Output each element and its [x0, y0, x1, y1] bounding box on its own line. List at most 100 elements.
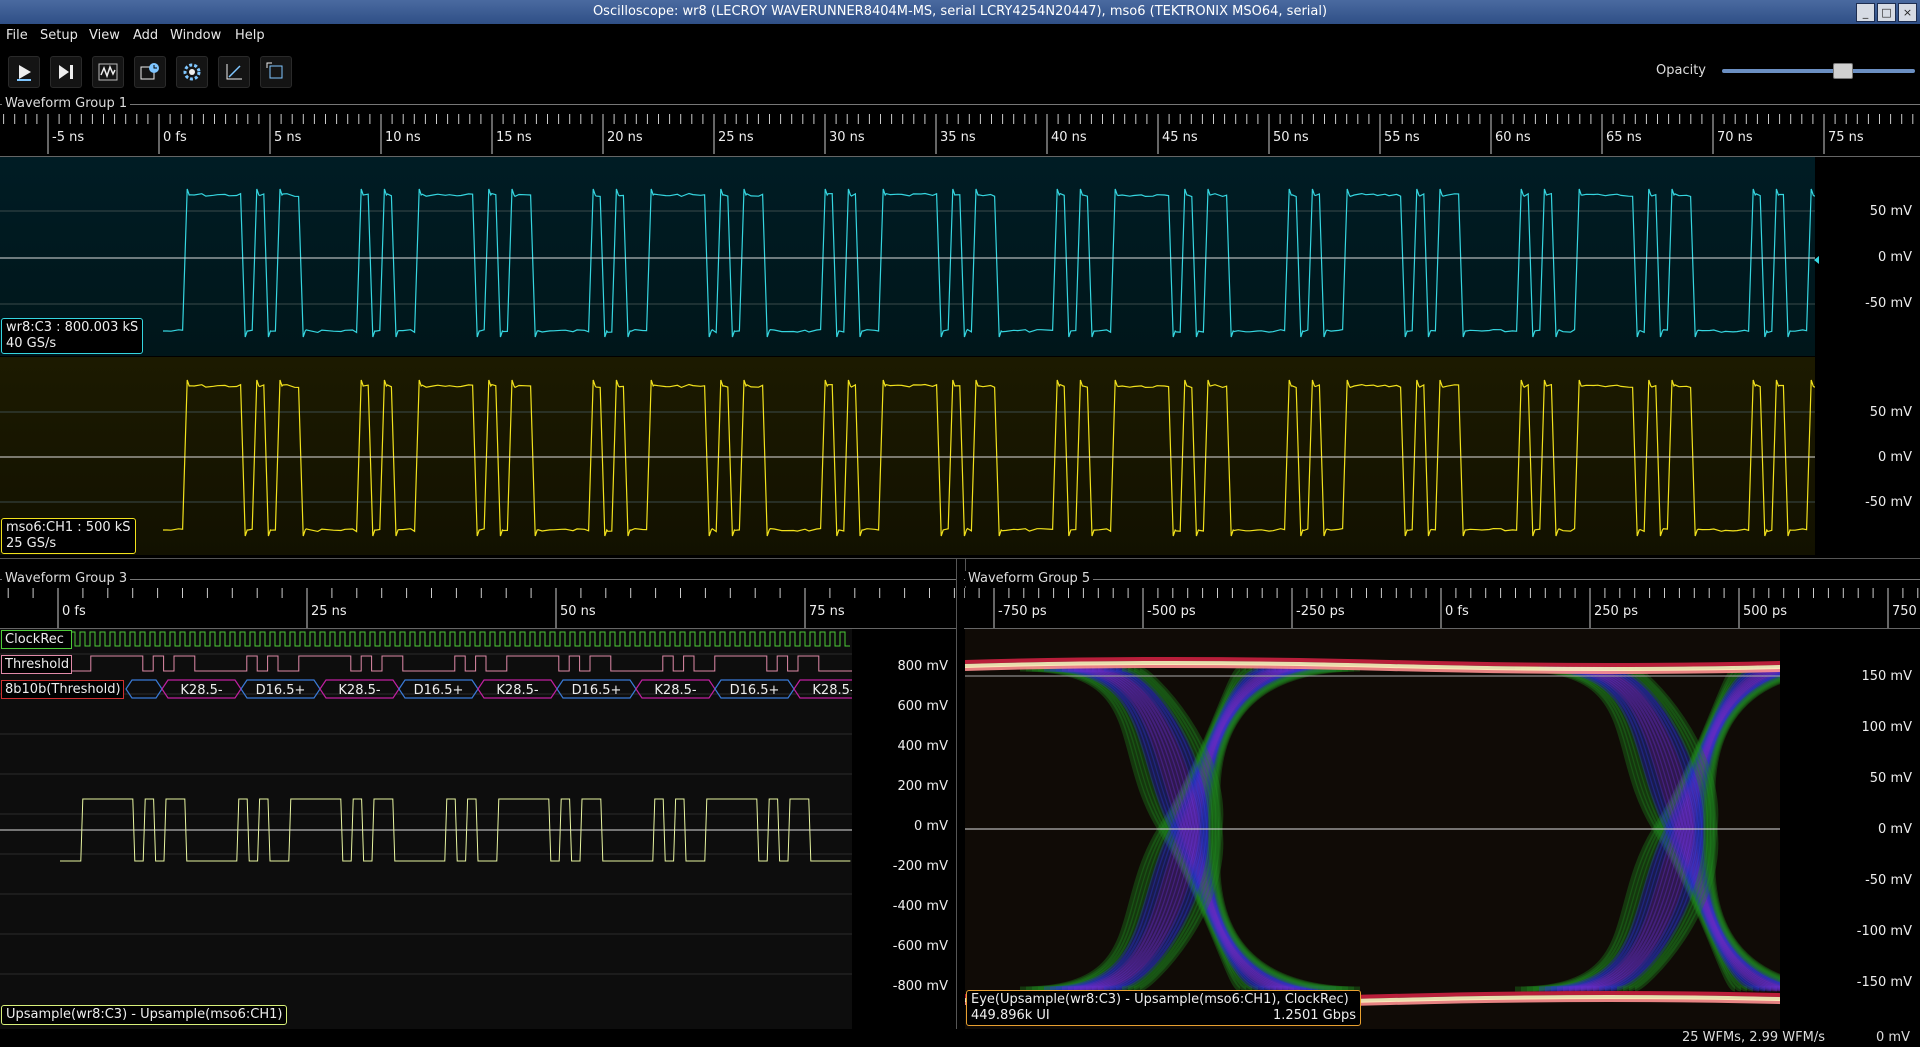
time-tick-label: 40 ns: [1051, 130, 1087, 145]
time-tick-label: -750 ps: [998, 604, 1047, 619]
ch1-offset-marker[interactable]: [1814, 256, 1819, 264]
group5-vertical-axis[interactable]: 150 mV 100 mV 50 mV 0 mV -50 mV -100 mV -150 m…: [1815, 629, 1920, 1029]
menu-help[interactable]: Help: [235, 28, 265, 43]
time-tick-label: 750: [1892, 604, 1917, 619]
eye-diagram: [965, 629, 1815, 1029]
v-tick-label: -800 mV: [892, 979, 948, 994]
scope-settings-button[interactable]: [134, 56, 166, 88]
waveform-path: [163, 379, 1815, 537]
fullscreen-icon: [266, 62, 283, 79]
v-tick-label: -400 mV: [892, 899, 948, 914]
time-tick-label: 5 ns: [274, 130, 302, 145]
group3-traces: K28.5- D16.5+ K28.5- D16.5+ K28.5- D16.5+ K28.…: [0, 631, 852, 975]
menu-add[interactable]: Add: [133, 28, 158, 43]
channel2-name: mso6:CH1 : 500 kS: [6, 520, 131, 535]
opacity-label: Opacity: [1656, 63, 1707, 78]
v-tick-label: 800 mV: [897, 659, 948, 674]
channel2-trace: [0, 379, 1815, 537]
v-tick-label: 400 mV: [897, 739, 948, 754]
time-tick-label: 0 fs: [62, 604, 86, 619]
opacity-slider-handle[interactable]: [1832, 63, 1853, 79]
time-tick-label: 75 ns: [1828, 130, 1864, 145]
decode-symbol-box: [125, 679, 163, 699]
decode-symbol-text: D16.5+: [730, 683, 780, 698]
group1-vertical-axis[interactable]: 50 mV 0 mV -50 mV 50 mV 0 mV -50 mV: [1815, 157, 1920, 555]
ch1-v-tick: -50 mV: [1865, 296, 1912, 311]
decode-symbol-text: D16.5+: [572, 683, 622, 698]
window-title: Oscilloscope: wr8 (LECROY WAVERUNNER8404…: [592, 4, 1328, 19]
start-trigger-button[interactable]: [8, 56, 40, 88]
group1-channel1-area[interactable]: [0, 157, 1815, 356]
v-tick-label: 50 mV: [1869, 771, 1912, 786]
threshold-trace: [70, 655, 852, 672]
time-tick-label: 65 ns: [1606, 130, 1642, 145]
v-tick-label: 600 mV: [897, 699, 948, 714]
ch1-v-tick: 0 mV: [1878, 250, 1912, 265]
clockrec-label[interactable]: ClockRec: [1, 630, 72, 649]
time-tick-label: 500 ps: [1743, 604, 1787, 619]
waveform-icon: [98, 63, 118, 81]
measure-button[interactable]: [218, 56, 250, 88]
scope-settings-icon: [140, 63, 159, 80]
group5-time-ruler[interactable]: -750 ps -500 ps -250 ps 0 fs 250 ps 500 ps 750: [964, 588, 1920, 629]
time-tick-label: 50 ns: [560, 604, 596, 619]
group1-channel2-area[interactable]: [0, 357, 1815, 555]
status-bar: 25 WFMs, 2.99 WFM/s 0 mV: [0, 1029, 1920, 1047]
time-tick-label: 70 ns: [1717, 130, 1753, 145]
waveform-button[interactable]: [92, 56, 124, 88]
start-trigger-icon: [17, 65, 31, 81]
time-tick-label: 30 ns: [829, 130, 865, 145]
single-trigger-icon: [59, 65, 73, 79]
menu-bar: File Setup View Add Window Help: [0, 24, 1920, 48]
eye-label[interactable]: Eye(Upsample(wr8:C3) - Upsample(mso6:CH1…: [966, 990, 1361, 1026]
fullscreen-button[interactable]: [260, 56, 292, 88]
time-tick-label: 55 ns: [1384, 130, 1420, 145]
maximize-button[interactable]: □: [1877, 3, 1896, 22]
cursor-voltage: 0 mV: [1876, 1030, 1910, 1045]
time-tick-label: 10 ns: [385, 130, 421, 145]
v-tick-label: 0 mV: [1878, 822, 1912, 837]
channel2-label[interactable]: mso6:CH1 : 500 kS 25 GS/s: [1, 518, 136, 554]
time-tick-label: 250 ps: [1594, 604, 1638, 619]
toolbar: [0, 50, 1920, 92]
v-tick-label: -600 mV: [892, 939, 948, 954]
decode-symbol-text: D16.5+: [256, 683, 306, 698]
threshold-label[interactable]: Threshold: [1, 655, 72, 674]
decode-symbol-text: D16.5+: [414, 683, 464, 698]
title-bar: Oscilloscope: wr8 (LECROY WAVERUNNER8404…: [0, 0, 1920, 24]
decode-symbol-text: K28.5-: [496, 683, 538, 698]
group1-time-ruler[interactable]: -5 ns 0 fs 5 ns 10 ns 15 ns 20 ns 25 ns 30 ns 35…: [0, 114, 1920, 157]
difference-trace-label[interactable]: Upsample(wr8:C3) - Upsample(mso6:CH1): [1, 1005, 288, 1025]
opacity-slider[interactable]: [1722, 69, 1915, 73]
time-tick-label: 60 ns: [1495, 130, 1531, 145]
menu-setup[interactable]: Setup: [40, 28, 78, 43]
menu-view[interactable]: View: [89, 28, 120, 43]
decode-label[interactable]: 8b10b(Threshold): [1, 680, 124, 699]
time-tick-label: 0 fs: [1445, 604, 1469, 619]
ch2-v-tick: 50 mV: [1869, 405, 1912, 420]
group3-time-ruler[interactable]: 0 fs 25 ns 50 ns 75 ns: [0, 588, 956, 629]
minimize-button[interactable]: _: [1856, 3, 1875, 22]
group1-title: Waveform Group 1: [2, 96, 131, 111]
settings-button[interactable]: [176, 56, 208, 88]
v-tick-label: 0 mV: [914, 819, 948, 834]
channel1-label[interactable]: wr8:C3 : 800.003 kS 40 GS/s: [1, 318, 144, 354]
eye-diagram-area[interactable]: [965, 629, 1815, 1029]
v-tick-label: 200 mV: [897, 779, 948, 794]
group3-vertical-axis[interactable]: 800 mV 600 mV 400 mV 200 mV 0 mV -200 mV -400 …: [852, 629, 956, 1029]
time-tick-label: 25 ns: [718, 130, 754, 145]
v-tick-label: 100 mV: [1861, 720, 1912, 735]
group1-divider: [0, 104, 1920, 106]
ch2-v-tick: 0 mV: [1878, 450, 1912, 465]
group5-title: Waveform Group 5: [965, 571, 1094, 586]
menu-window[interactable]: Window: [170, 28, 221, 43]
menu-file[interactable]: File: [6, 28, 28, 43]
group3-plot-area[interactable]: K28.5- D16.5+ K28.5- D16.5+ K28.5- D16.5+ K28.…: [0, 629, 852, 1029]
time-tick-label: 45 ns: [1162, 130, 1198, 145]
close-button[interactable]: ×: [1898, 3, 1917, 22]
ch2-v-tick: -50 mV: [1865, 495, 1912, 510]
decode-symbol-text: K28.5-: [654, 683, 696, 698]
time-tick-label: 25 ns: [311, 604, 347, 619]
v-tick-label: -200 mV: [892, 859, 948, 874]
single-trigger-button[interactable]: [50, 56, 82, 88]
